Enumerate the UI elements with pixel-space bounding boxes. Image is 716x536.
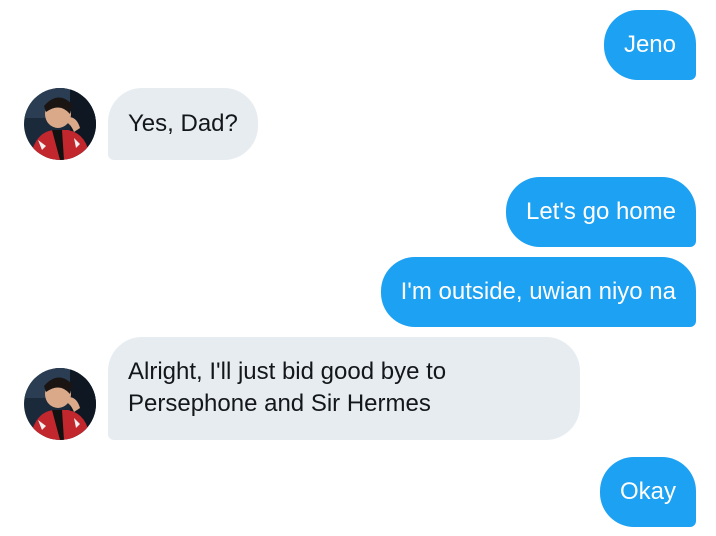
contact-avatar[interactable] [24,88,96,160]
message-text: Alright, I'll just bid good bye to Perse… [128,358,447,417]
message-text: Let's go home [525,198,676,225]
message-text: Okay [619,478,676,505]
message-text: I'm outside, uwian niyo na [400,278,676,305]
message-text: Jeno [623,31,676,58]
avatar-photo-icon [24,368,96,440]
outgoing-message-bubble[interactable]: Let's go home [505,177,696,247]
message-text: Yes, Dad? [128,110,238,137]
outgoing-message-bubble[interactable]: Jeno [603,10,696,80]
incoming-message-bubble[interactable]: Alright, I'll just bid good bye to Perse… [108,337,580,440]
outgoing-message-bubble[interactable]: Okay [599,457,696,527]
incoming-message-bubble[interactable]: Yes, Dad? [108,88,258,160]
avatar-photo-icon [24,88,96,160]
outgoing-message-bubble[interactable]: I'm outside, uwian niyo na [380,257,696,327]
contact-avatar[interactable] [24,368,96,440]
